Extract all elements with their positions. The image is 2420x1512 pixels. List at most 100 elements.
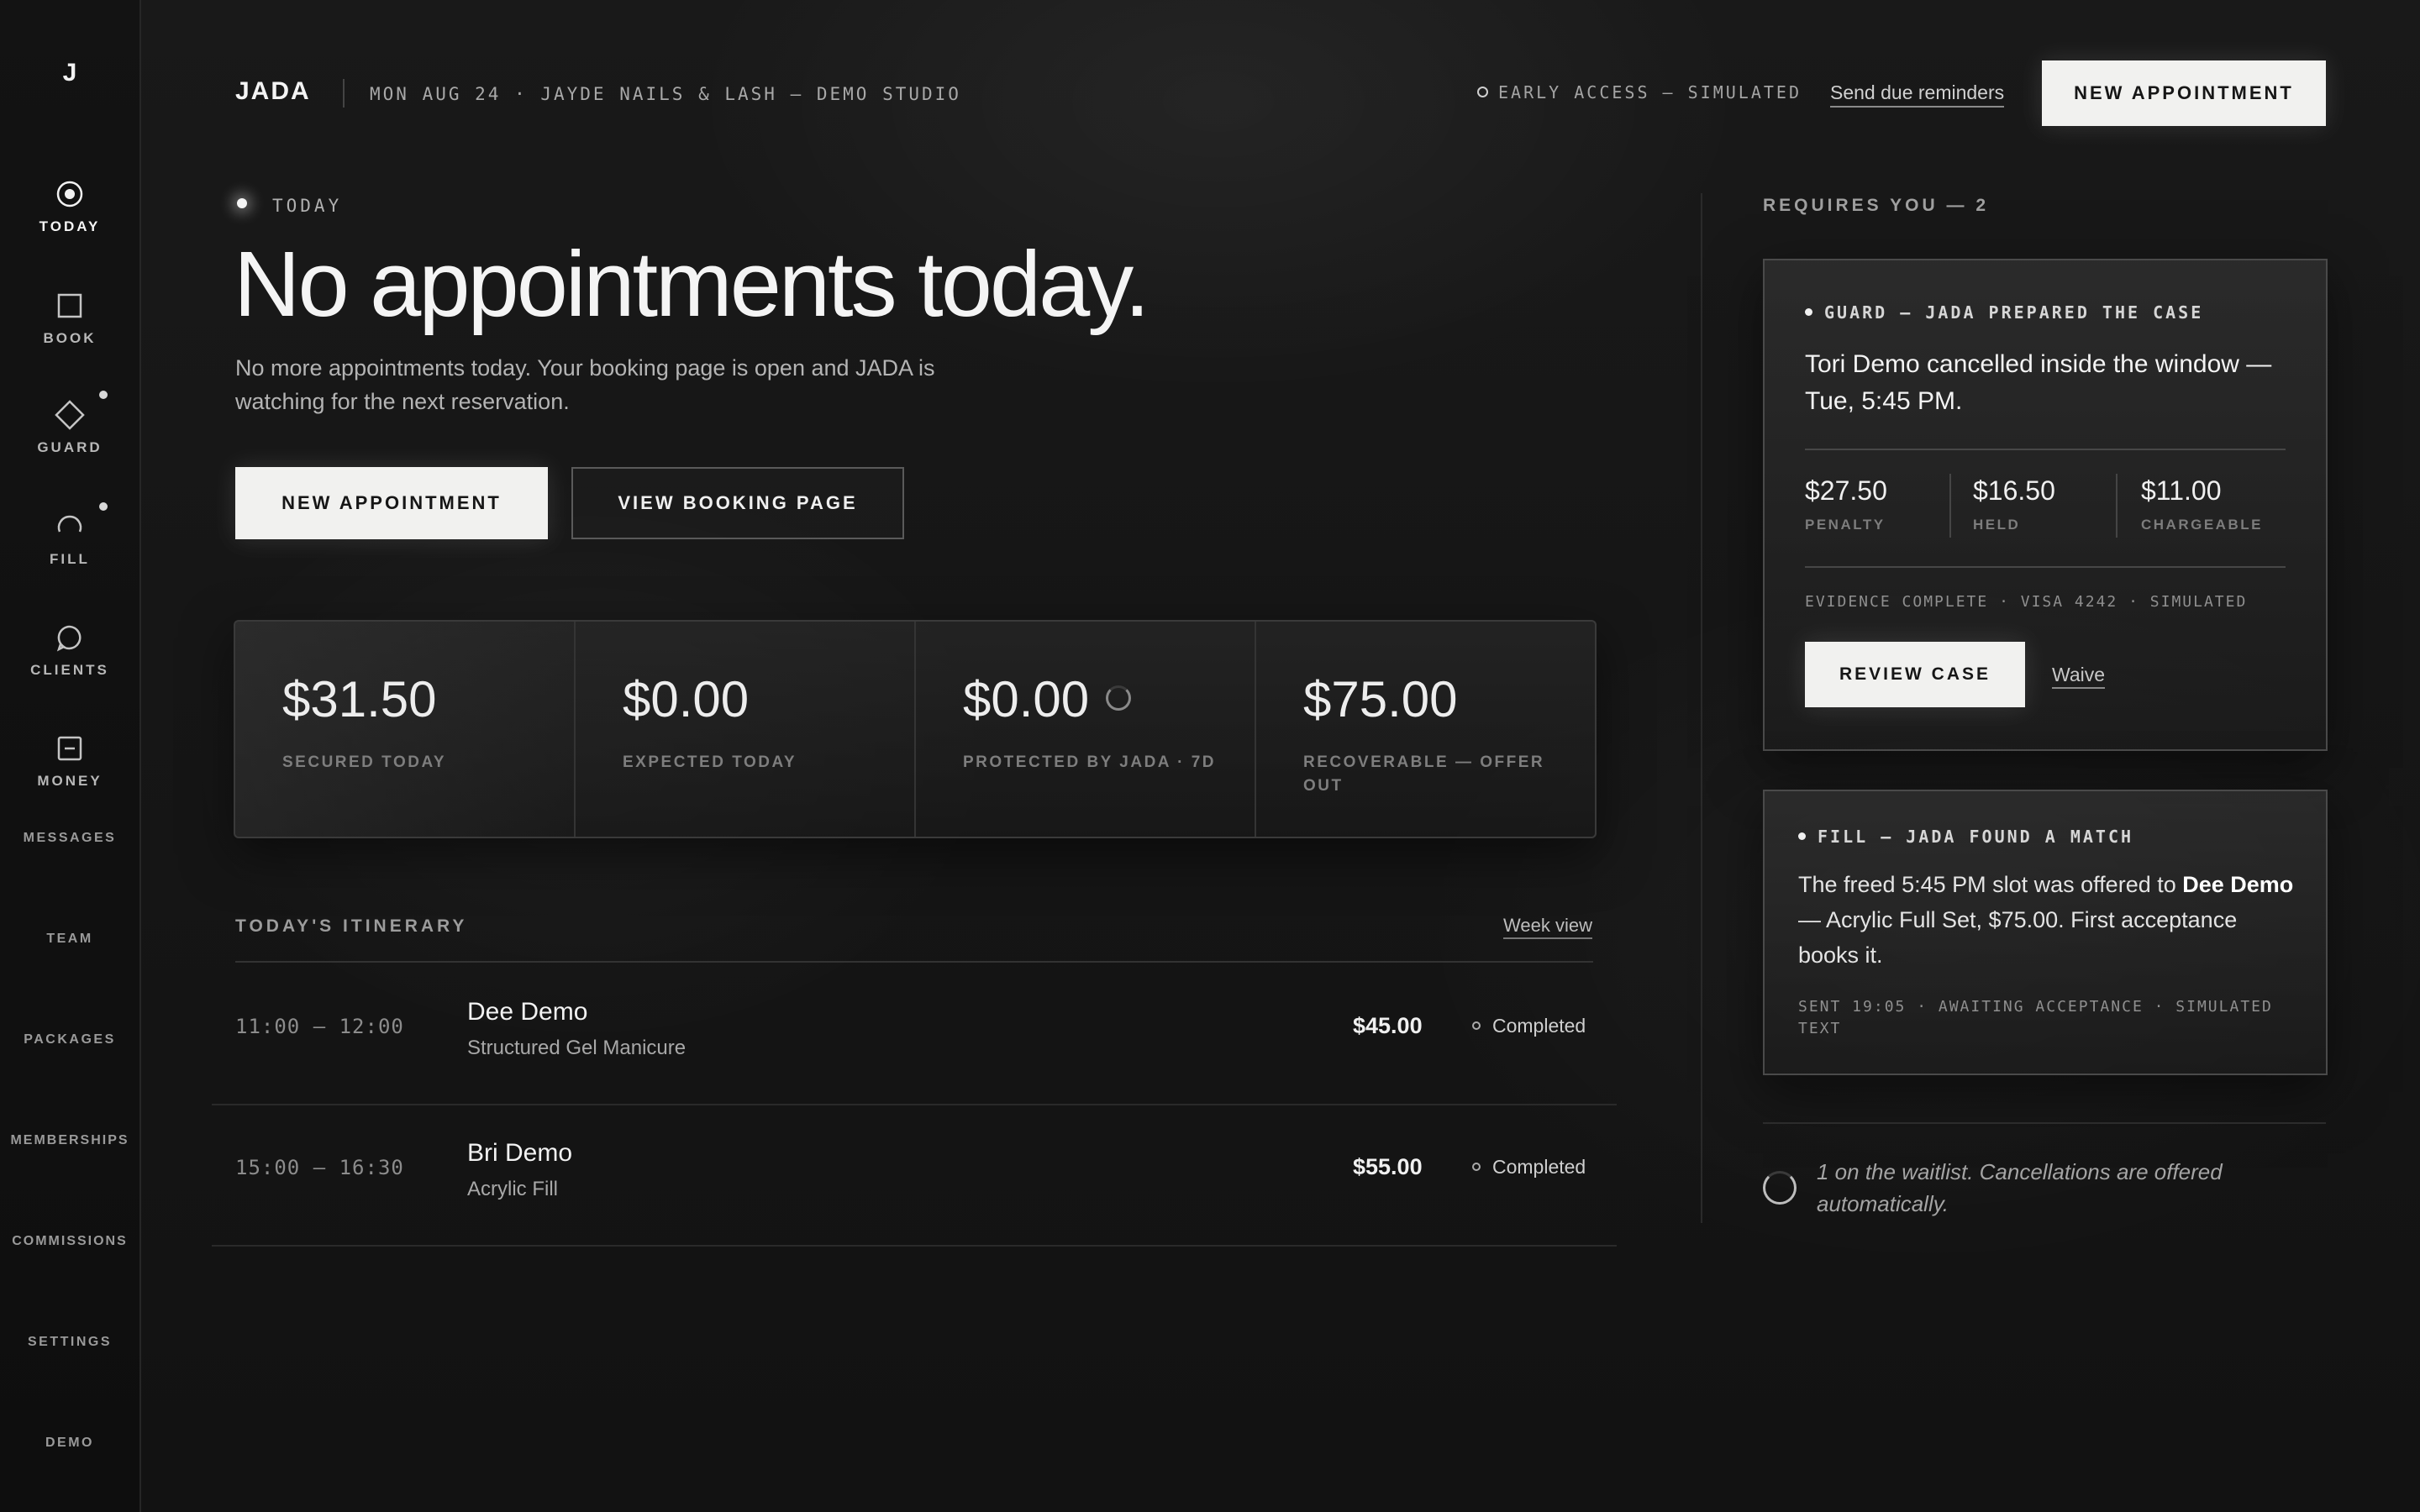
sidebar-item-memberships[interactable]: MEMBERSHIPS: [0, 1133, 139, 1148]
brand-logo[interactable]: JADA: [235, 77, 311, 106]
arc-icon: [57, 515, 82, 533]
fill-match-card: FILL — JADA FOUND A MATCH The freed 5:45…: [1763, 790, 2328, 1075]
divider: [1805, 449, 2286, 450]
stat-value-wrap: $0.00: [963, 670, 1132, 728]
sidebar-item-fill[interactable]: FILL: [0, 502, 139, 568]
divider: [1805, 566, 2286, 568]
sidebar-item-packages[interactable]: PACKAGES: [0, 1032, 139, 1047]
loading-ring-icon: [1106, 685, 1132, 711]
service-name: Structured Gel Manicure: [467, 1037, 687, 1059]
itinerary-row[interactable]: 15:00 — 16:30 Bri Demo Acrylic Fill $55.…: [212, 1104, 1617, 1247]
sidebar-item-money[interactable]: MONEY: [0, 732, 139, 790]
stat-label: SECURED TODAY: [282, 753, 447, 771]
square-icon: [57, 293, 82, 318]
stat-expected-today: $0.00 EXPECTED TODAY: [576, 622, 916, 837]
sidebar-item-messages[interactable]: MESSAGES: [0, 831, 139, 846]
waitlist-ring-icon: [1763, 1171, 1797, 1205]
fill-card-meta: SENT 19:05 · AWAITING ACCEPTANCE · SIMUL…: [1798, 998, 2273, 1037]
itinerary-title: TODAY'S ITINERARY: [235, 916, 468, 936]
sidebar-item-label: TODAY: [39, 218, 101, 234]
stat-recoverable: $75.00 RECOVERABLE — OFFER OUT: [1256, 622, 1595, 837]
stat-label: PENALTY: [1805, 517, 1886, 533]
stat-value: $75.00: [1303, 671, 1458, 727]
stat-value: $16.50: [1973, 475, 2055, 506]
status-ring-icon: [1477, 87, 1488, 97]
requires-you-title: REQUIRES YOU — 2: [1763, 196, 1989, 215]
matched-client-name: Dee Demo: [2182, 872, 2294, 897]
penalty-stat: $27.50 PENALTY: [1805, 475, 1887, 533]
held-stat: $16.50 HELD: [1973, 475, 2055, 533]
sidebar-item-demo[interactable]: DEMO: [0, 1436, 139, 1451]
stat-label: RECOVERABLE — OFFER OUT: [1303, 753, 1545, 795]
waitlist-text: 1 on the waitlist. Cancellations are off…: [1817, 1159, 2223, 1216]
stat-protected: $0.00 PROTECTED BY JADA · 7D: [916, 622, 1256, 837]
chat-bubble-icon: [56, 625, 82, 652]
divider: [1763, 1122, 2326, 1124]
fill-card-tag: FILL — JADA FOUND A MATCH: [1798, 827, 2133, 847]
stat-label: HELD: [1973, 517, 2021, 533]
early-access-badge: EARLY ACCESS — SIMULATED: [1477, 82, 1802, 102]
fill-card-message: The freed 5:45 PM slot was offered to De…: [1798, 867, 2302, 973]
page-title: No appointments today.: [234, 233, 1150, 336]
sidebar-item-book[interactable]: BOOK: [0, 290, 139, 347]
view-booking-page-button[interactable]: VIEW BOOKING PAGE: [571, 467, 904, 539]
sidebar-item-label: MONEY: [37, 773, 103, 789]
sidebar-item-team[interactable]: TEAM: [0, 932, 139, 947]
sidebar-item-commissions[interactable]: COMMISSIONS: [0, 1234, 139, 1249]
bullet-icon: [1805, 308, 1812, 316]
live-dot-icon: [237, 198, 247, 208]
status-badge: Completed: [1472, 1015, 1586, 1037]
appointment-time: 11:00 — 12:00: [235, 1015, 404, 1038]
sidebar: J TODAY BOOK GUARD FILL CLIENTS MONEY ME…: [0, 0, 141, 1512]
new-appointment-header-button[interactable]: NEW APPOINTMENT: [2042, 60, 2326, 126]
chargeable-stat: $11.00 CHARGEABLE: [2141, 475, 2263, 533]
stat-value: $31.50: [282, 671, 437, 727]
bullet-icon: [1798, 832, 1806, 840]
header-divider: [343, 79, 345, 108]
notification-dot: [99, 502, 108, 511]
sidebar-item-clients[interactable]: CLIENTS: [0, 622, 139, 679]
send-reminders-link[interactable]: Send due reminders: [1830, 81, 2005, 108]
stat-label: CHARGEABLE: [2141, 517, 2263, 533]
stat-value: $0.00: [963, 671, 1090, 727]
week-view-link[interactable]: Week view: [1503, 915, 1592, 939]
fill-text-part: — Acrylic Full Set, $75.00. First accept…: [1798, 907, 2238, 968]
guard-card-title: Tori Demo cancelled inside the window — …: [1805, 350, 2272, 415]
new-appointment-button[interactable]: NEW APPOINTMENT: [235, 467, 548, 539]
client-name: Dee Demo: [467, 998, 588, 1026]
service-name: Acrylic Fill: [467, 1178, 558, 1200]
status-label: Completed: [1492, 1156, 1586, 1178]
review-case-button[interactable]: REVIEW CASE: [1805, 642, 2025, 707]
divider: [1949, 474, 1951, 538]
appointment-price: $55.00: [1353, 1154, 1423, 1179]
sidebar-item-label: FILL: [50, 551, 90, 567]
guard-card-tag: GUARD — JADA PREPARED THE CASE: [1805, 302, 2203, 323]
sidebar-item-label: BOOK: [43, 330, 97, 346]
sidebar-logo[interactable]: J: [0, 59, 139, 87]
early-access-label: EARLY ACCESS — SIMULATED: [1498, 82, 1802, 102]
stat-label: EXPECTED TODAY: [623, 753, 797, 771]
section-tag-today: TODAY: [272, 196, 343, 216]
status-ring-icon: [1472, 1021, 1481, 1030]
target-icon: [56, 181, 83, 207]
sidebar-item-guard[interactable]: GUARD: [0, 391, 139, 456]
client-name: Bri Demo: [467, 1139, 573, 1167]
column-divider: [1701, 193, 1702, 1223]
fill-card-tag-label: FILL — JADA FOUND A MATCH: [1818, 827, 2134, 847]
guard-case-card: GUARD — JADA PREPARED THE CASE Tori Demo…: [1763, 259, 2328, 751]
minus-box-icon: [57, 736, 82, 761]
sidebar-item-settings[interactable]: SETTINGS: [0, 1335, 139, 1350]
guard-card-meta: EVIDENCE COMPLETE · VISA 4242 · SIMULATE…: [1805, 593, 2248, 611]
header-date-studio: MON AUG 24 · JAYDE NAILS & LASH — DEMO S…: [370, 84, 961, 104]
notification-dot: [99, 391, 108, 399]
waive-link[interactable]: Waive: [2052, 664, 2106, 689]
sidebar-item-label: CLIENTS: [30, 662, 109, 678]
itinerary-row[interactable]: 11:00 — 12:00 Dee Demo Structured Gel Ma…: [212, 963, 1617, 1105]
stats-panel: $31.50 SECURED TODAY $0.00 EXPECTED TODA…: [234, 620, 1597, 838]
stat-label: PROTECTED BY JADA · 7D: [963, 753, 1216, 771]
page-subtitle: No more appointments today. Your booking…: [235, 355, 935, 414]
guard-card-tag-label: GUARD — JADA PREPARED THE CASE: [1824, 302, 2204, 323]
fill-text-part: The freed 5:45 PM slot was offered to: [1798, 872, 2183, 897]
sidebar-item-today[interactable]: TODAY: [0, 178, 139, 235]
appointment-price: $45.00: [1353, 1013, 1423, 1038]
